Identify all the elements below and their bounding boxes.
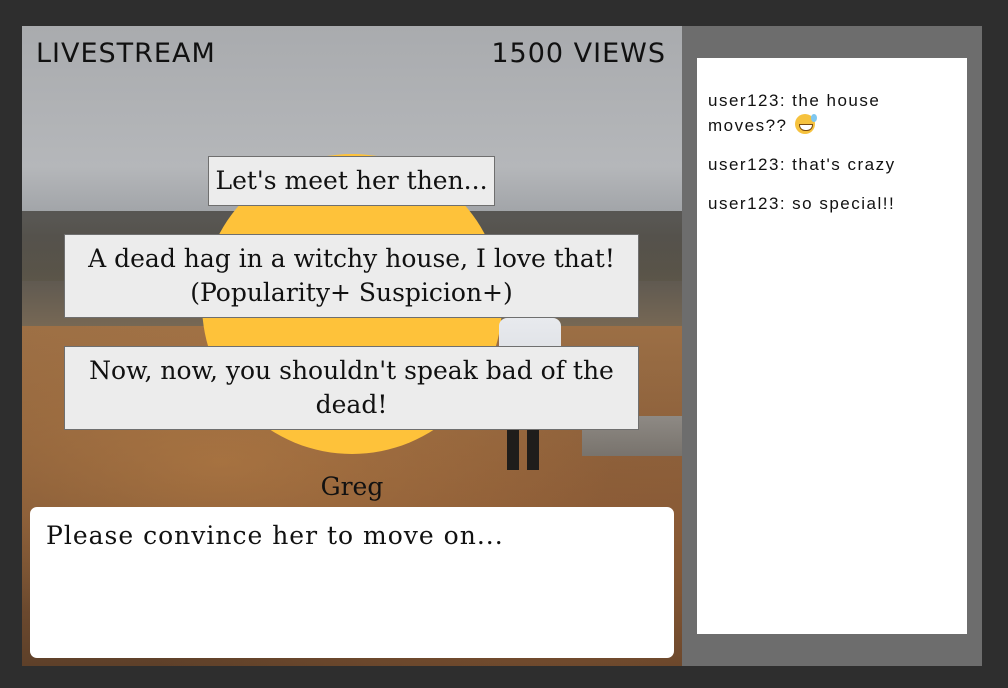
choice-label: A dead hag in a witchy house, I love tha… bbox=[88, 244, 615, 273]
choice-label: Now, now, you shouldn't speak bad of the bbox=[89, 356, 614, 385]
speaker-name: Greg bbox=[320, 472, 384, 501]
choice-label-cont: dead! bbox=[315, 390, 388, 419]
chat-username: user123: bbox=[708, 194, 787, 213]
choice-effect: (Popularity+ Suspicion+) bbox=[190, 278, 513, 307]
choice-button-dead-hag[interactable]: A dead hag in a witchy house, I love tha… bbox=[64, 234, 639, 318]
dialogue-text: Please convince her to move on... bbox=[46, 521, 504, 550]
chat-message: user123: the house moves?? bbox=[708, 88, 955, 138]
chat-message: user123: so special!! bbox=[708, 191, 955, 216]
figure-leg-right bbox=[527, 428, 539, 470]
chat-message: user123: that's crazy bbox=[708, 152, 955, 177]
game-stage: LIVESTREAM 1500 VIEWS Let's meet her the… bbox=[22, 26, 682, 666]
chat-text: that's crazy bbox=[792, 155, 896, 174]
chat-text: so special!! bbox=[792, 194, 896, 213]
choice-label: Let's meet her then... bbox=[215, 166, 488, 195]
livestream-label: LIVESTREAM bbox=[36, 38, 216, 69]
figure-leg-left bbox=[507, 428, 519, 470]
choice-button-speak-bad[interactable]: Now, now, you shouldn't speak bad of the… bbox=[64, 346, 639, 430]
choice-button-meet-her[interactable]: Let's meet her then... bbox=[208, 156, 495, 206]
chat-username: user123: bbox=[708, 155, 787, 174]
chat-sidebar: user123: the house moves?? user123: that's… bbox=[682, 26, 982, 666]
chat-panel: user123: the house moves?? user123: that's… bbox=[697, 58, 967, 634]
dialogue-box[interactable]: Please convince her to move on... bbox=[30, 507, 674, 658]
chat-username: user123: bbox=[708, 91, 787, 110]
sweat-smile-emoji-icon bbox=[795, 114, 818, 134]
view-count: 1500 VIEWS bbox=[491, 38, 666, 69]
